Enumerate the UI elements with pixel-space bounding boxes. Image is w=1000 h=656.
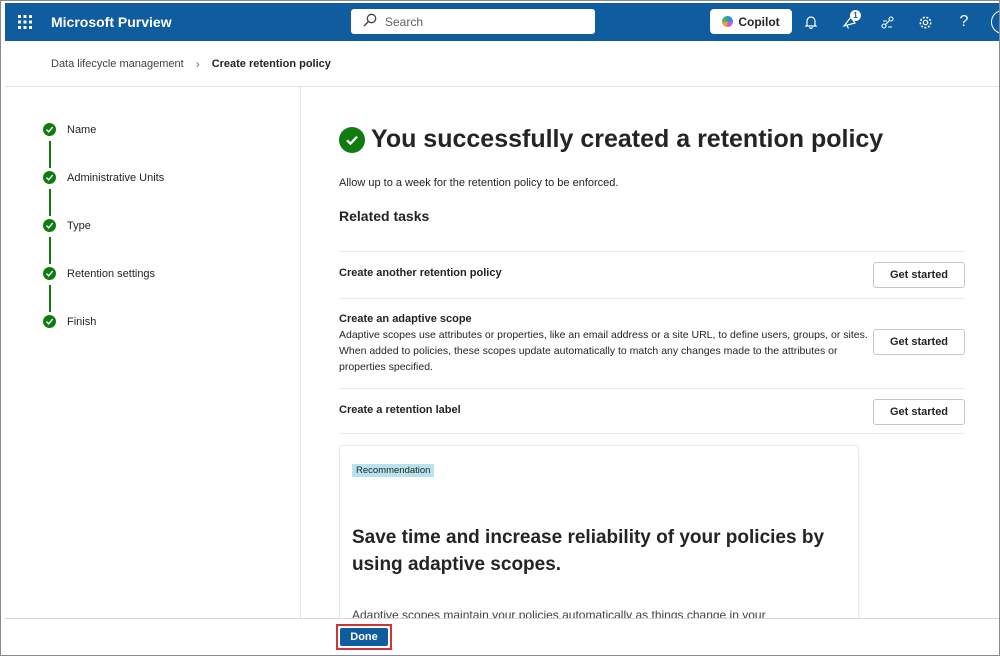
- get-started-button[interactable]: Get started: [873, 399, 965, 425]
- step-label: Name: [67, 123, 97, 136]
- recommendation-heading: Save time and increase reliability of yo…: [352, 527, 825, 575]
- done-button[interactable]: Done: [340, 628, 388, 646]
- recommendation-badge: Recommendation: [352, 464, 435, 477]
- avatar[interactable]: ◌: [991, 10, 999, 34]
- breadcrumb-item-current: Create retention policy: [211, 57, 331, 70]
- checkmark-icon: [43, 123, 56, 136]
- recommendation-body: Adaptive scopes maintain your policies a…: [352, 608, 766, 618]
- task-row-retention-policy: Create another retention policy Get star…: [339, 251, 965, 298]
- app-frame: Microsoft Purview Search Copilot 1 ? Dat…: [0, 0, 1000, 656]
- get-started-button[interactable]: Get started: [873, 329, 965, 355]
- copilot-icon: [722, 16, 734, 27]
- step-connector: [49, 141, 51, 168]
- task-description: Adaptive scopes use attributes or proper…: [339, 329, 868, 373]
- success-check-icon: [339, 126, 365, 153]
- search-input[interactable]: Search: [351, 9, 595, 34]
- step-label: Administrative Units: [67, 171, 165, 184]
- bell-icon[interactable]: [798, 9, 824, 35]
- main-content: You successfully created a retention pol…: [301, 87, 999, 618]
- copilot-button[interactable]: Copilot: [710, 9, 792, 34]
- step-label: Retention settings: [67, 267, 156, 280]
- help-icon[interactable]: ?: [951, 9, 977, 35]
- top-bar: Microsoft Purview Search Copilot 1 ?: [5, 3, 999, 41]
- app-name[interactable]: Microsoft Purview: [51, 14, 172, 30]
- task-title: Create an adaptive scope: [339, 313, 472, 325]
- checkmark-icon: [43, 315, 56, 328]
- megaphone-icon[interactable]: 1: [836, 9, 862, 35]
- checkmark-icon: [43, 267, 56, 280]
- task-row-retention-label: Create a retention label Get started: [339, 388, 965, 434]
- wizard-steps: Name Administrative Units Type Retention…: [5, 87, 301, 618]
- step-type[interactable]: Type: [43, 219, 91, 232]
- footer-bar: Done: [5, 618, 999, 655]
- step-administrative-units[interactable]: Administrative Units: [43, 171, 164, 184]
- success-header: You successfully created a retention pol…: [339, 125, 883, 154]
- related-tasks-heading: Related tasks: [339, 208, 430, 224]
- checkmark-icon: [43, 219, 56, 232]
- step-label: Type: [67, 219, 91, 232]
- page-subtitle: Allow up to a week for the retention pol…: [339, 177, 619, 189]
- waffle-icon[interactable]: [5, 3, 45, 41]
- notification-badge: 1: [850, 10, 861, 21]
- step-connector: [49, 189, 51, 216]
- task-title: Create a retention label: [339, 404, 461, 416]
- step-name[interactable]: Name: [43, 123, 96, 136]
- step-label: Finish: [67, 315, 97, 328]
- step-finish[interactable]: Finish: [43, 315, 96, 328]
- step-connector: [49, 285, 51, 312]
- done-highlight: Done: [336, 624, 392, 650]
- task-title: Create another retention policy: [339, 267, 502, 279]
- breadcrumb: Data lifecycle management › Create reten…: [5, 41, 999, 87]
- connect-icon[interactable]: [874, 9, 900, 35]
- page-title: You successfully created a retention pol…: [371, 125, 884, 153]
- breadcrumb-item-data-lifecycle[interactable]: Data lifecycle management: [51, 58, 184, 70]
- search-placeholder: Search: [385, 14, 424, 29]
- step-connector: [49, 237, 51, 264]
- gear-icon[interactable]: [912, 9, 938, 35]
- get-started-button[interactable]: Get started: [873, 262, 965, 288]
- copilot-label: Copilot: [738, 14, 780, 29]
- chevron-right-icon: ›: [195, 56, 200, 71]
- recommendation-card: Recommendation Save time and increase re…: [339, 445, 859, 618]
- search-icon: [363, 13, 385, 30]
- step-retention-settings[interactable]: Retention settings: [43, 267, 155, 280]
- checkmark-icon: [43, 171, 56, 184]
- task-row-adaptive-scope: Create an adaptive scope Adaptive scopes…: [339, 298, 965, 388]
